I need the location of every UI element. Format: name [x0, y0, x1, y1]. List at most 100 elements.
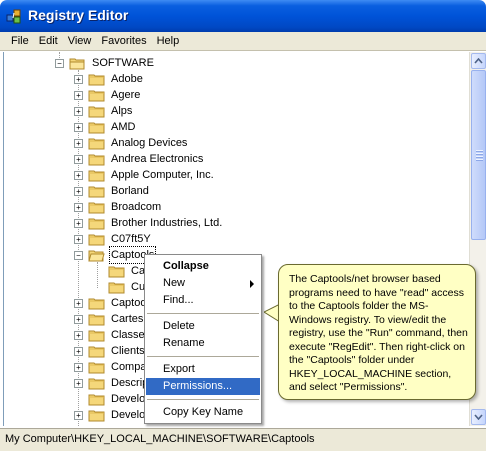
expand-toggle-icon[interactable]: +	[74, 154, 83, 164]
menu-help[interactable]: Help	[152, 35, 185, 47]
expand-toggle-icon[interactable]: +	[74, 314, 83, 324]
folder-icon	[88, 90, 105, 101]
expand-toggle-icon[interactable]: +	[74, 218, 83, 228]
context-menu-label: Copy Key Name	[163, 406, 244, 418]
expand-toggle-icon[interactable]: +	[74, 346, 83, 356]
context-menu-item[interactable]: Permissions...	[146, 378, 260, 395]
scroll-thumb[interactable]	[471, 70, 486, 240]
expand-toggle-icon[interactable]: +	[74, 122, 83, 132]
menu-favorites[interactable]: Favorites	[96, 35, 151, 47]
folder-icon	[88, 314, 105, 325]
context-menu-label: New	[163, 277, 186, 289]
folder-icon	[88, 154, 105, 165]
tree-node[interactable]: + C07ft5Y	[74, 231, 153, 247]
status-path: My Computer\HKEY_LOCAL_MACHINE\SOFTWARE\…	[5, 433, 315, 445]
context-menu-item[interactable]: New	[146, 275, 260, 292]
menu-view[interactable]: View	[63, 35, 97, 47]
tree-node[interactable]: + Brother Industries, Ltd.	[74, 215, 224, 231]
callout-text: The Captools/net browser based programs …	[289, 273, 468, 393]
folder-open-icon	[88, 250, 105, 261]
tree-label: Clients	[111, 345, 145, 357]
context-menu-label: Export	[163, 363, 195, 375]
context-menu-item[interactable]: Find...	[146, 292, 260, 309]
menu-separator	[147, 313, 259, 314]
folder-icon	[108, 282, 125, 293]
folder-icon	[88, 362, 105, 373]
tree-label: AMD	[111, 121, 136, 133]
expand-toggle-icon[interactable]: +	[74, 170, 83, 180]
expand-toggle-icon[interactable]: +	[74, 298, 83, 308]
folder-icon	[88, 186, 105, 197]
title-bar[interactable]: Registry Editor	[0, 0, 486, 32]
folder-open-icon	[69, 58, 85, 69]
menu-separator	[147, 356, 259, 357]
context-menu: Collapse New Find... Delete Rename Export Perm…	[144, 254, 262, 424]
tree-label: C07ft5Y	[111, 233, 151, 245]
tree-subnode[interactable]: Cur	[94, 279, 151, 295]
expand-toggle-icon[interactable]: +	[74, 90, 83, 100]
tree-node[interactable]: + Cartesia	[74, 311, 154, 327]
tree-label: Apple Computer, Inc.	[111, 169, 214, 181]
folder-icon	[88, 218, 105, 229]
tree-node[interactable]: + Andrea Electronics	[74, 151, 205, 167]
menu-file[interactable]: File	[6, 35, 34, 47]
tree-node[interactable]: + Alps	[74, 103, 134, 119]
folder-icon	[108, 266, 125, 277]
tree-node[interactable]: + Apple Computer, Inc.	[74, 167, 216, 183]
folder-icon	[88, 298, 105, 309]
tree-node[interactable]: + Adobe	[74, 71, 145, 87]
chevron-down-icon	[474, 414, 483, 420]
folder-icon	[88, 378, 105, 389]
context-menu-label: Permissions...	[163, 380, 233, 392]
context-menu-item[interactable]: Collapse	[146, 258, 260, 275]
folder-icon	[88, 410, 105, 421]
scroll-down-button[interactable]	[471, 409, 486, 425]
context-menu-label: Collapse	[163, 260, 209, 272]
menu-edit[interactable]: Edit	[34, 35, 63, 47]
expand-toggle-icon[interactable]: +	[74, 362, 83, 372]
expand-toggle-icon[interactable]: +	[74, 74, 83, 84]
folder-icon	[88, 202, 105, 213]
tree-node[interactable]: + Descrip	[74, 375, 150, 391]
tree-label: Broadcom	[111, 201, 162, 213]
tree-label: Andrea Electronics	[111, 153, 204, 165]
context-menu-item[interactable]: Export	[146, 361, 260, 378]
expand-toggle-icon[interactable]: +	[74, 410, 83, 420]
collapse-toggle-icon[interactable]: −	[74, 250, 83, 260]
expand-toggle-icon[interactable]: +	[74, 106, 83, 116]
tree-node[interactable]: + Agere	[74, 87, 142, 103]
context-menu-label: Rename	[163, 337, 205, 349]
tree-label: Agere	[111, 89, 141, 101]
tree-node[interactable]: + Clients	[74, 343, 147, 359]
tree-label: Adobe	[111, 73, 143, 85]
menu-separator	[147, 399, 259, 400]
expand-toggle-icon[interactable]: +	[74, 330, 83, 340]
tree-node[interactable]: + Classes	[74, 327, 152, 343]
collapse-toggle-icon[interactable]: −	[55, 58, 64, 68]
menu-bar: File Edit View Favorites Help	[0, 32, 486, 51]
expand-toggle-icon[interactable]: +	[74, 138, 83, 148]
context-menu-item[interactable]: Rename	[146, 335, 260, 352]
tree-node[interactable]: +Develop	[74, 407, 153, 423]
context-menu-item[interactable]: Copy Key Name	[146, 404, 260, 421]
tree-node[interactable]: +Develop	[74, 391, 153, 407]
help-callout: The Captools/net browser based programs …	[278, 264, 476, 400]
tree-node[interactable]: + Analog Devices	[74, 135, 189, 151]
tree-node-software[interactable]: − SOFTWARE	[55, 55, 156, 71]
tree-node[interactable]: + AMD	[74, 119, 137, 135]
window-title: Registry Editor	[28, 7, 129, 23]
expand-toggle-icon[interactable]: +	[74, 378, 83, 388]
submenu-arrow-icon	[250, 280, 254, 288]
expand-toggle-icon[interactable]: +	[74, 234, 83, 244]
tree-node[interactable]: + Borland	[74, 183, 151, 199]
scroll-up-button[interactable]	[471, 53, 486, 69]
tree-label: Analog Devices	[111, 137, 188, 149]
tree-node[interactable]: + Captoo	[74, 295, 148, 311]
chevron-up-icon	[474, 58, 483, 64]
context-menu-item[interactable]: Delete	[146, 318, 260, 335]
expand-toggle-icon[interactable]: +	[74, 186, 83, 196]
expand-toggle-icon[interactable]: +	[74, 202, 83, 212]
tree-node[interactable]: + Compac	[74, 359, 154, 375]
tree-node[interactable]: + Broadcom	[74, 199, 163, 215]
context-menu-label: Find...	[163, 294, 194, 306]
